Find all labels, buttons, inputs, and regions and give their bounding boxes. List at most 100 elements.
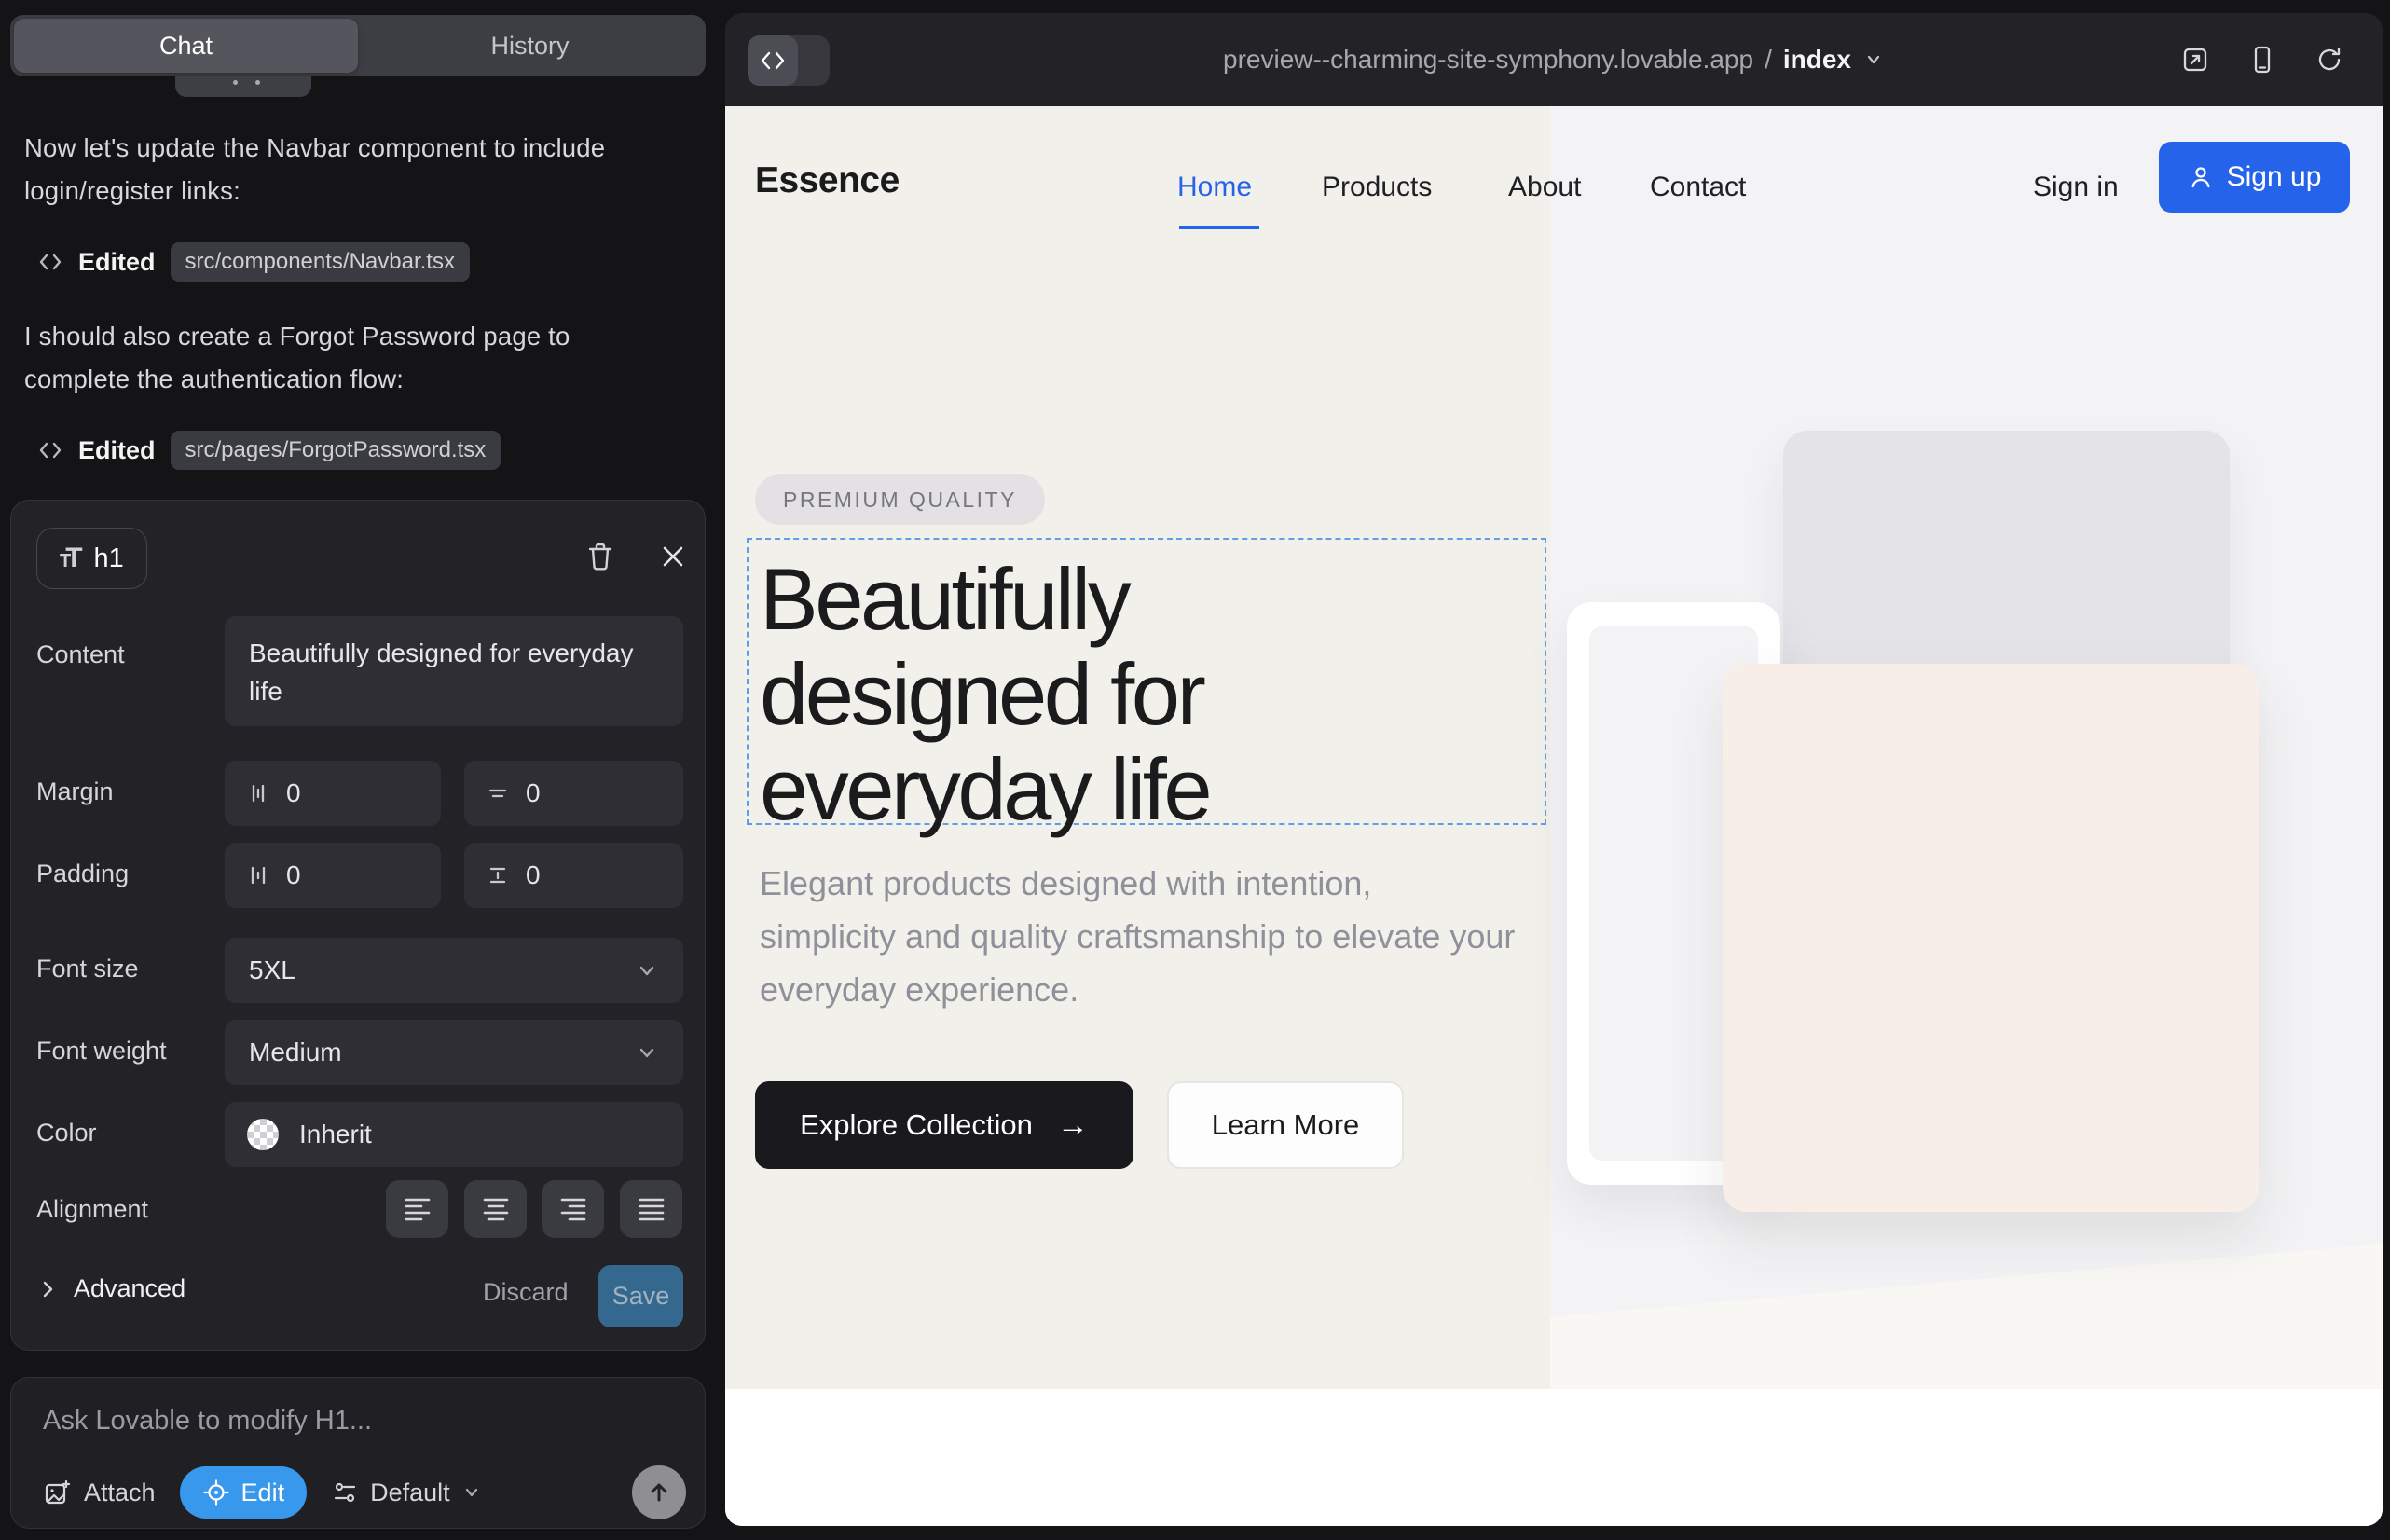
user-icon xyxy=(2188,164,2214,190)
edited-file-row: Edited src/pages/ForgotPassword.tsx xyxy=(37,429,501,472)
chat-sidebar: Chat History Now let's update the Navbar… xyxy=(0,0,725,1540)
tab-history[interactable]: History xyxy=(358,19,702,73)
discard-button[interactable]: Discard xyxy=(483,1278,569,1307)
close-editor-button[interactable] xyxy=(654,538,692,575)
site-logo[interactable]: Essence xyxy=(755,160,900,201)
advanced-label: Advanced xyxy=(74,1274,185,1303)
file-chip[interactable]: src/pages/ForgotPassword.tsx xyxy=(171,431,501,470)
rendered-site: Essence Home Products About Contact Sign… xyxy=(725,106,2383,1526)
sign-in-link[interactable]: Sign in xyxy=(2033,172,2119,203)
margin-x-input[interactable]: 0 xyxy=(225,761,441,826)
tab-chat[interactable]: Chat xyxy=(14,19,358,73)
selected-element-chip[interactable]: TT h1 xyxy=(36,528,147,589)
font-size-select[interactable]: 5XL xyxy=(225,938,683,1003)
edited-label: Edited xyxy=(78,436,156,465)
hero-heading[interactable]: Beautifully designed for everyday life xyxy=(760,552,1209,837)
edit-mode-button[interactable]: Edit xyxy=(180,1466,308,1519)
hero-heading-line: everyday life xyxy=(760,742,1209,837)
margin-y-input[interactable]: 0 xyxy=(464,761,683,826)
save-button[interactable]: Save xyxy=(598,1265,683,1327)
attach-image-icon xyxy=(43,1478,71,1506)
target-icon xyxy=(202,1478,230,1506)
align-right-icon xyxy=(557,1194,589,1224)
hero-description: Elegant products designed with intention… xyxy=(760,858,1517,1017)
edited-file-row: Edited src/components/Navbar.tsx xyxy=(37,241,470,283)
decorative-card-cream xyxy=(1723,664,2259,1212)
url-bar[interactable]: preview--charming-site-symphony.lovable.… xyxy=(725,13,2383,106)
margin-x-value: 0 xyxy=(286,778,301,808)
chat-history-tabbar: Chat History xyxy=(10,15,706,76)
margin-vertical-icon xyxy=(485,780,511,806)
align-center-icon xyxy=(480,1194,512,1224)
align-center-button[interactable] xyxy=(464,1180,527,1238)
color-select[interactable]: Inherit xyxy=(225,1102,683,1167)
padding-x-input[interactable]: 0 xyxy=(225,843,441,908)
content-label: Content xyxy=(36,640,125,669)
chevron-right-icon xyxy=(36,1278,59,1300)
color-label: Color xyxy=(36,1119,97,1148)
file-chip[interactable]: src/components/Navbar.tsx xyxy=(171,242,470,282)
trash-icon xyxy=(585,541,615,572)
arrow-right-icon: → xyxy=(1057,1107,1089,1144)
send-button[interactable] xyxy=(632,1465,686,1519)
learn-more-button[interactable]: Learn More xyxy=(1167,1081,1404,1169)
delete-element-button[interactable] xyxy=(582,538,619,575)
margin-label: Margin xyxy=(36,777,114,806)
mode-selector[interactable]: Default xyxy=(331,1478,482,1507)
composer-input[interactable]: Ask Lovable to modify H1... xyxy=(43,1406,372,1437)
explore-collection-button[interactable]: Explore Collection → xyxy=(755,1081,1133,1169)
margin-horizontal-icon xyxy=(245,780,271,806)
element-tag-label: h1 xyxy=(94,543,124,574)
alignment-label: Alignment xyxy=(36,1195,148,1224)
font-weight-value: Medium xyxy=(249,1038,342,1067)
nav-link-contact[interactable]: Contact xyxy=(1650,172,1746,203)
font-size-label: Font size xyxy=(36,955,139,983)
attach-label: Attach xyxy=(84,1478,156,1507)
align-justify-icon xyxy=(636,1194,667,1224)
content-input[interactable]: Beautifully designed for everyday life xyxy=(225,616,683,726)
color-swatch-transparent xyxy=(247,1119,279,1150)
code-icon xyxy=(37,249,63,275)
close-icon xyxy=(659,543,687,571)
element-editor-panel: TT h1 Content Beautifully designed for e… xyxy=(10,500,706,1351)
nav-link-products[interactable]: Products xyxy=(1322,172,1432,203)
align-right-button[interactable] xyxy=(542,1180,604,1238)
attach-button[interactable]: Attach xyxy=(43,1478,156,1507)
text-size-icon: TT xyxy=(60,543,83,574)
active-nav-underline xyxy=(1179,226,1259,229)
padding-y-input[interactable]: 0 xyxy=(464,843,683,908)
url-domain: preview--charming-site-symphony.lovable.… xyxy=(1223,45,1753,75)
chevron-down-icon xyxy=(461,1482,482,1503)
quality-badge: PREMIUM QUALITY xyxy=(755,474,1045,525)
url-page: index xyxy=(1783,45,1851,75)
color-value: Inherit xyxy=(299,1120,372,1149)
nav-link-about[interactable]: About xyxy=(1508,172,1581,203)
code-icon xyxy=(37,437,63,463)
padding-horizontal-icon xyxy=(245,862,271,888)
edit-label: Edit xyxy=(241,1478,285,1507)
sign-up-button[interactable]: Sign up xyxy=(2159,142,2350,213)
nav-link-home[interactable]: Home xyxy=(1177,172,1252,203)
align-justify-button[interactable] xyxy=(620,1180,682,1238)
app-window: Chat History Now let's update the Navbar… xyxy=(0,0,2390,1540)
browser-toolbar: preview--charming-site-symphony.lovable.… xyxy=(725,13,2383,106)
align-left-icon xyxy=(402,1194,433,1224)
mobile-view-button[interactable] xyxy=(2246,44,2278,76)
padding-x-value: 0 xyxy=(286,860,301,890)
chevron-down-icon xyxy=(635,958,659,983)
font-size-value: 5XL xyxy=(249,956,295,985)
advanced-toggle[interactable]: Advanced xyxy=(36,1274,185,1303)
refresh-button[interactable] xyxy=(2314,44,2345,76)
font-weight-select[interactable]: Medium xyxy=(225,1020,683,1085)
hero-heading-line: Beautifully xyxy=(760,552,1209,647)
open-external-button[interactable] xyxy=(2179,44,2211,76)
padding-vertical-icon xyxy=(485,862,511,888)
chat-composer: Ask Lovable to modify H1... Attach Edit xyxy=(10,1377,706,1529)
mode-label: Default xyxy=(370,1478,450,1507)
align-left-button[interactable] xyxy=(386,1180,448,1238)
url-separator: / xyxy=(1765,45,1772,75)
margin-y-value: 0 xyxy=(526,778,541,808)
edited-label: Edited xyxy=(78,248,156,277)
chevron-down-icon[interactable] xyxy=(1862,48,1885,71)
preview-browser-window: preview--charming-site-symphony.lovable.… xyxy=(725,13,2383,1526)
